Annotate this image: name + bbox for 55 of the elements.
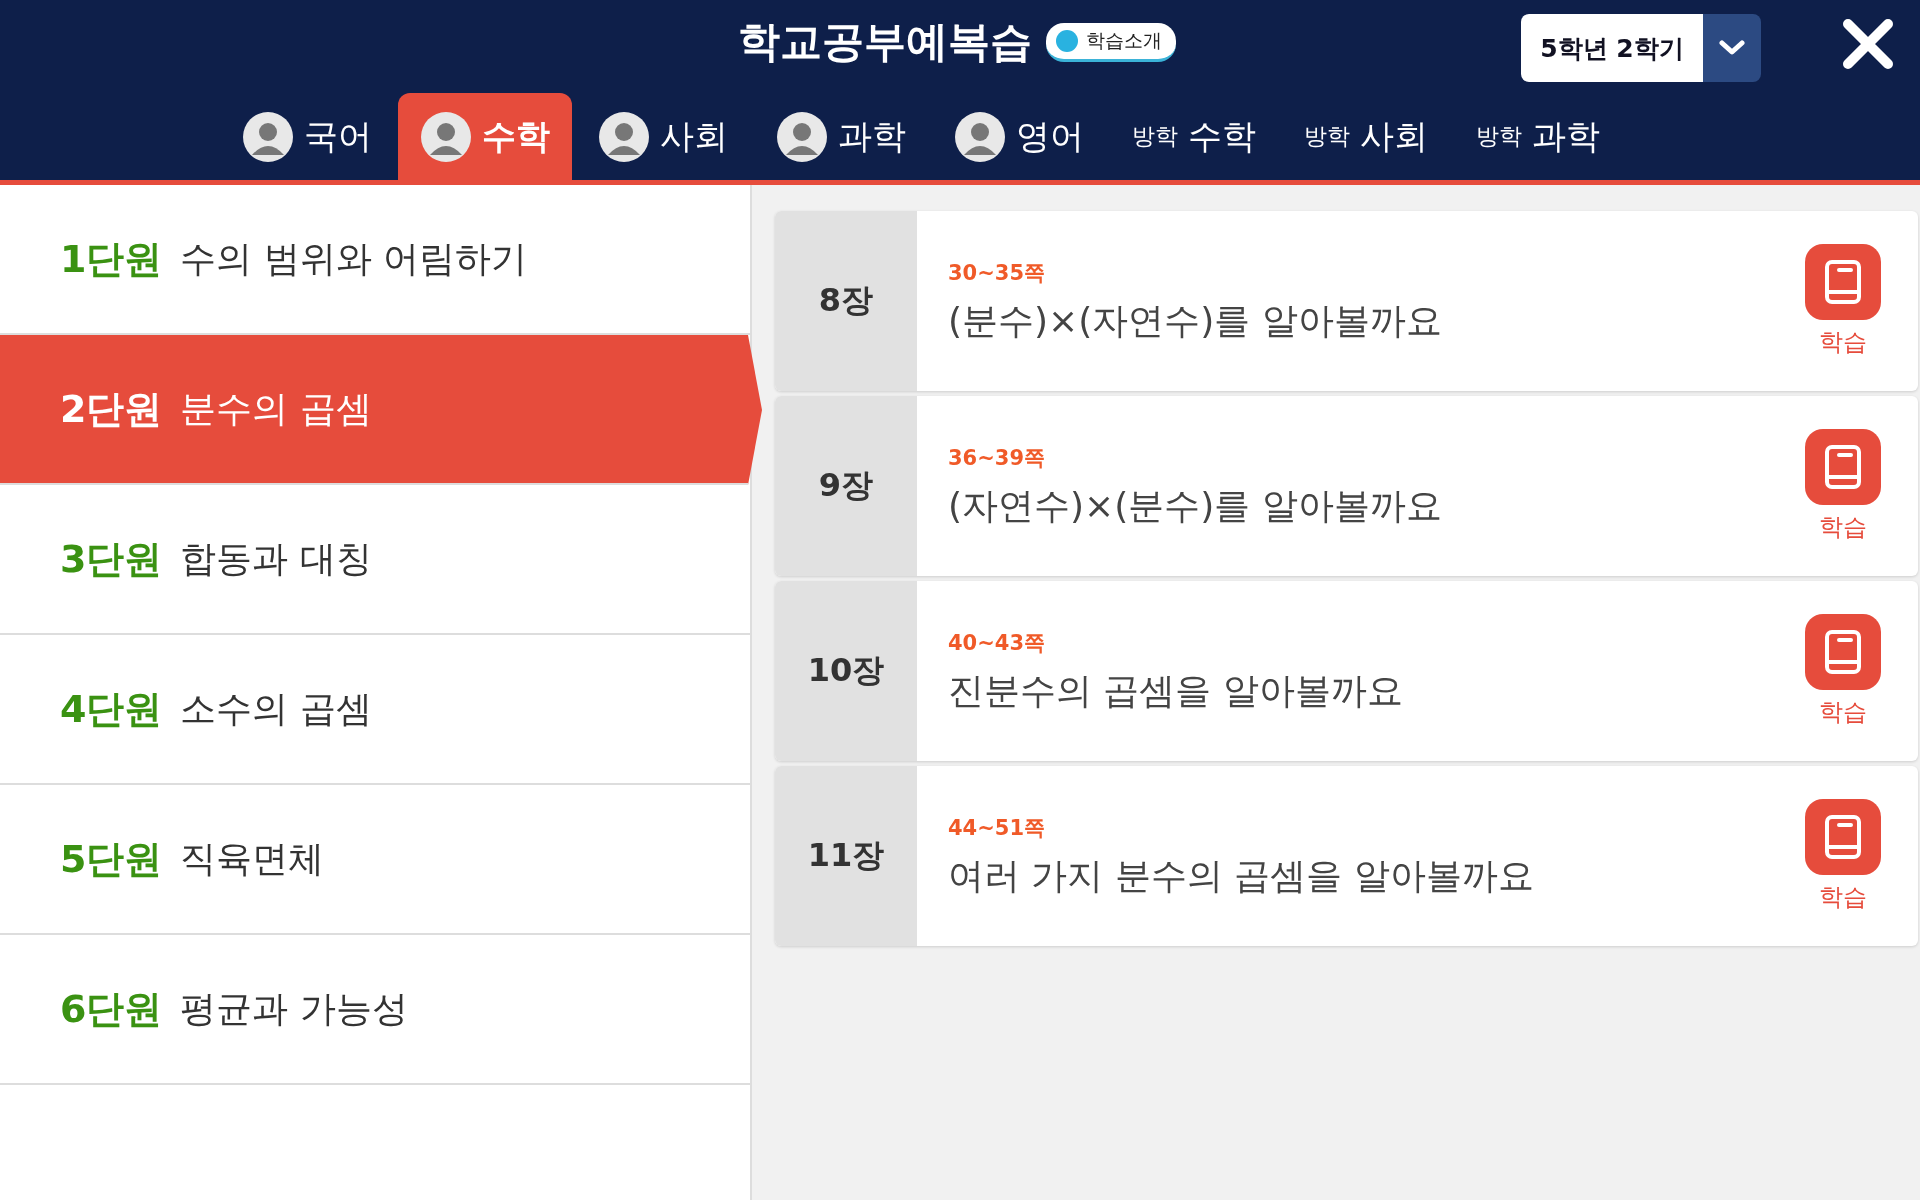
subject-tab[interactable]: 수학	[398, 93, 572, 180]
subject-tab[interactable]: 사회	[576, 93, 750, 180]
unit-number: 6단원	[60, 985, 163, 1033]
study-link[interactable]: 학습	[1819, 326, 1867, 358]
character-avatar-icon	[598, 110, 650, 163]
app-title: 학교공부예복습	[738, 16, 1032, 68]
unit-title: 합동과 대칭	[180, 536, 372, 581]
character-avatar-icon	[242, 110, 294, 163]
page-range: 36~39쪽	[948, 445, 1047, 472]
unit-item[interactable]: 2단원 분수의 곱셈	[0, 335, 762, 485]
character-avatar-icon	[954, 110, 1006, 163]
chapter-label: 8장	[775, 211, 917, 391]
unit-title: 소수의 곱셈	[180, 686, 372, 731]
unit-item[interactable]: 6단원 평균과 가능성	[0, 935, 750, 1085]
unit-item[interactable]: 4단원 소수의 곱셈	[0, 635, 750, 785]
unit-item[interactable]: 3단원 합동과 대칭	[0, 485, 750, 635]
subject-tab[interactable]: 방학 사회	[1282, 93, 1450, 180]
unit-title: 평균과 가능성	[180, 986, 408, 1031]
subject-tab[interactable]: 영어	[932, 93, 1106, 180]
subject-tab[interactable]: 국어	[220, 93, 394, 180]
unit-title: 직육면체	[180, 836, 325, 881]
unit-number: 3단원	[60, 535, 163, 583]
chapter-label: 9장	[775, 396, 917, 576]
page-range: 40~43쪽	[948, 630, 1047, 657]
chevron-down-icon	[1703, 14, 1761, 82]
close-icon[interactable]	[1842, 18, 1894, 70]
unit-item[interactable]: 5단원 직육면체	[0, 785, 750, 935]
book-icon[interactable]	[1805, 429, 1881, 505]
intro-button[interactable]: 학습소개	[1046, 22, 1176, 62]
chapter-label: 10장	[775, 581, 917, 761]
book-icon[interactable]	[1805, 799, 1881, 875]
lesson-title: (자연수)×(분수)를 알아볼까요	[948, 484, 1443, 528]
chapter-label: 11장	[775, 766, 917, 946]
unit-number: 1단원	[60, 235, 163, 283]
book-icon[interactable]	[1805, 244, 1881, 320]
unit-number: 4단원	[60, 685, 163, 733]
book-icon[interactable]	[1805, 614, 1881, 690]
unit-title: 분수의 곱셈	[180, 386, 372, 431]
page-range: 30~35쪽	[948, 260, 1047, 287]
study-link[interactable]: 학습	[1819, 881, 1867, 913]
subject-tab[interactable]: 방학 수학	[1110, 93, 1278, 180]
study-link[interactable]: 학습	[1819, 511, 1867, 543]
subject-tab[interactable]: 과학	[754, 93, 928, 180]
study-link[interactable]: 학습	[1819, 696, 1867, 728]
lesson-title: (분수)×(자연수)를 알아볼까요	[948, 299, 1443, 343]
lesson-title: 진분수의 곱셈을 알아볼까요	[948, 669, 1404, 713]
character-avatar-icon	[420, 110, 472, 163]
unit-number: 5단원	[60, 835, 163, 883]
subject-tab[interactable]: 방학 과학	[1454, 93, 1622, 180]
character-avatar-icon	[776, 110, 828, 163]
page-range: 44~51쪽	[948, 815, 1047, 842]
lesson-title: 여러 가지 분수의 곱셈을 알아볼까요	[948, 854, 1535, 898]
dot-icon	[1056, 29, 1078, 52]
unit-title: 수의 범위와 어림하기	[180, 236, 528, 281]
unit-number: 2단원	[60, 385, 163, 433]
